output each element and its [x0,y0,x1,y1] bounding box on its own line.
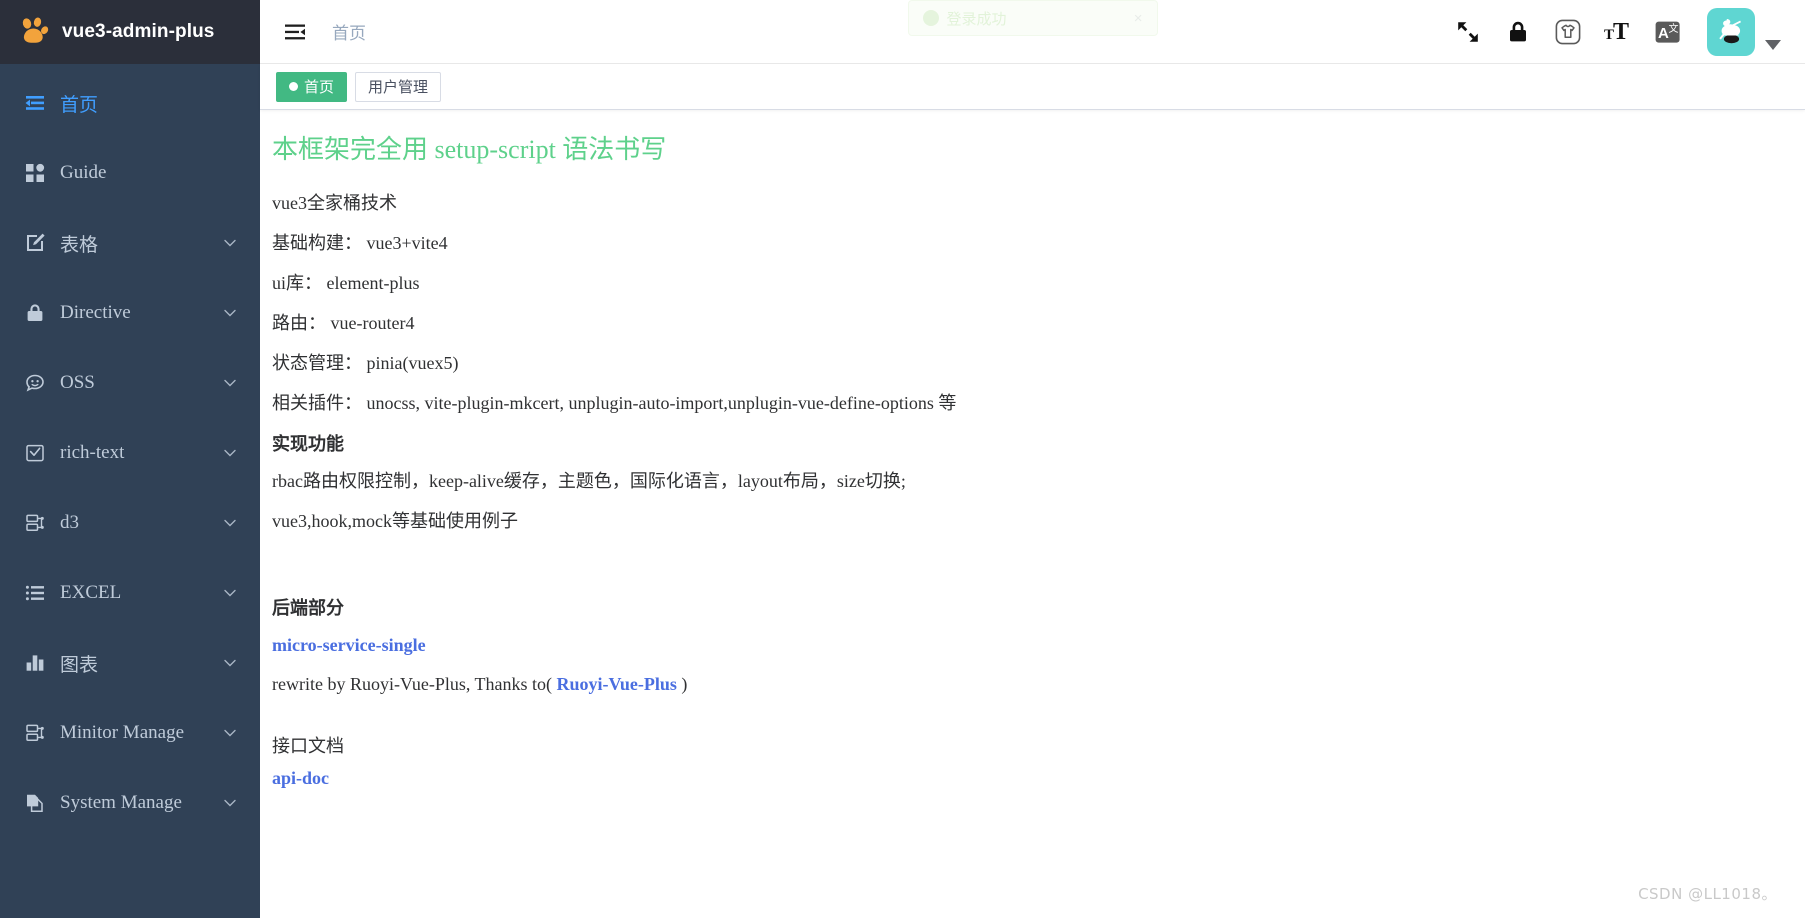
content-line: 状态管理： pinia(vuex5) [272,352,459,373]
chevron-down-icon [222,585,238,601]
content-line: 相关插件： unocss, vite-plugin-mkcert, unplug… [272,392,957,413]
content-line: vue3全家桶技术 [272,193,397,214]
sidebar-item-label: OSS [60,372,95,393]
navbar: 首页 T T A 文 [260,0,1805,64]
font-size-icon[interactable]: T T [1603,17,1633,47]
rewrite-line: rewrite by Ruoyi-Vue-Plus, Thanks to( Ru… [272,671,1372,699]
check-square-icon [24,442,46,464]
sidebar-item-system-manage[interactable]: System Manage [0,768,260,838]
chevron-down-icon [222,445,238,461]
navbar-actions: T T A 文 [1453,7,1781,56]
paw-print-icon [16,15,50,49]
chevron-down-icon [222,515,238,531]
fullscreen-icon[interactable] [1453,17,1483,47]
hamburger-collapse-icon[interactable] [282,18,310,46]
sidebar-item-oss[interactable]: OSS [0,348,260,418]
rewrite-prefix: rewrite by Ruoyi-Vue-Plus, Thanks to( [272,674,557,695]
sidebar-item-table[interactable]: 表格 [0,208,260,278]
language-icon[interactable]: A 文 [1653,17,1683,47]
tags-view: 首页 用户管理 [260,64,1805,110]
chevron-down-icon [222,655,238,671]
api-heading: 接口文档 [272,736,344,757]
sidebar-item-label: Guide [60,162,107,183]
main-area: 首页 T T A 文 首页 用户管理 本框架完全用 setup-script 语… [260,0,1805,918]
content-line: 路由： vue-router4 [272,313,415,334]
chevron-down-icon [222,375,238,391]
feature-line: vue3,hook,mock等基础使用例子 [272,510,518,531]
chevron-down-icon [222,795,238,811]
tab-user-management[interactable]: 用户管理 [355,71,442,102]
sidebar-item-label: Directive [60,302,131,323]
features-heading: 实现功能 [272,433,344,454]
tab-label: 用户管理 [368,79,429,96]
content-panel: 本框架完全用 setup-script 语法书写 vue3全家桶技术 基础构建：… [260,110,1805,918]
chevron-down-icon [222,305,238,321]
sidebar-item-guide[interactable]: Guide [0,138,260,208]
backend-heading: 后端部分 [272,597,344,618]
app-title: vue3-admin-plus [62,21,215,42]
sidebar-item-minitor-manage[interactable]: Minitor Manage [0,698,260,768]
feature-line: rbac路由权限控制，keep-alive缓存，主题色，国际化语言，layout… [272,470,906,491]
grid-squares-icon [24,162,46,184]
sidebar-item-label: d3 [60,512,79,533]
sidebar-item-label: System Manage [60,792,182,813]
sidebar-menu: 首页 Guide 表格 Directive OSS rich-text d3 E… [0,64,260,838]
documents-icon [24,792,46,814]
sidebar-item-label: Minitor Manage [60,722,185,743]
sidebar-item-home[interactable]: 首页 [0,68,260,138]
rewrite-suffix: ) [676,674,688,695]
home-list-icon [24,92,46,114]
tree-node-icon [24,722,46,744]
caret-down-icon[interactable] [1765,39,1781,50]
sidebar-item-charts[interactable]: 图表 [0,628,260,698]
api-doc-link[interactable]: api-doc [272,768,329,788]
theme-shirt-icon[interactable] [1553,17,1583,47]
sidebar-item-label: 表格 [60,234,99,256]
sidebar-item-label: rich-text [60,442,125,463]
user-menu[interactable] [1707,7,1781,56]
sidebar-item-directive[interactable]: Directive [0,278,260,348]
content-line: 基础构建： vue3+vite4 [272,233,448,254]
bullet-list-icon [24,582,46,604]
content-line: ui库： element-plus [272,273,420,294]
page-title: 本框架完全用 setup-script 语法书写 [272,135,667,164]
svg-text:文: 文 [1669,22,1679,35]
active-dot-icon [289,82,298,91]
chevron-down-icon [222,235,238,251]
tab-home[interactable]: 首页 [276,71,348,102]
chevron-down-icon [222,725,238,741]
sidebar-logo[interactable]: vue3-admin-plus [0,0,260,64]
sidebar-item-excel[interactable]: EXCEL [0,558,260,628]
lock-icon [24,302,46,324]
tree-node-icon [24,512,46,534]
edit-square-icon [24,232,46,254]
breadcrumb[interactable]: 首页 [332,19,366,44]
micro-service-single-link[interactable]: micro-service-single [272,635,426,655]
sidebar-item-label: 首页 [60,94,99,116]
lock-icon[interactable] [1503,17,1533,47]
watermark: CSDN @LL1018。 [1638,885,1777,903]
bar-chart-icon [24,652,46,674]
svg-text:T: T [1613,19,1629,45]
sidebar-item-label: 图表 [60,654,99,676]
svg-text:A: A [1658,25,1669,42]
sidebar-item-label: EXCEL [60,582,122,603]
tab-label: 首页 [304,79,335,96]
app-root: vue3-admin-plus 首页 Guide 表格 Directive OS… [0,0,1805,918]
sidebar-item-d3[interactable]: d3 [0,488,260,558]
sidebar: vue3-admin-plus 首页 Guide 表格 Directive OS… [0,0,260,918]
robot-face-icon [24,372,46,394]
ruoyi-vue-plus-link[interactable]: Ruoyi-Vue-Plus [557,674,677,694]
sidebar-item-rich-text[interactable]: rich-text [0,418,260,488]
avatar[interactable] [1707,7,1755,56]
